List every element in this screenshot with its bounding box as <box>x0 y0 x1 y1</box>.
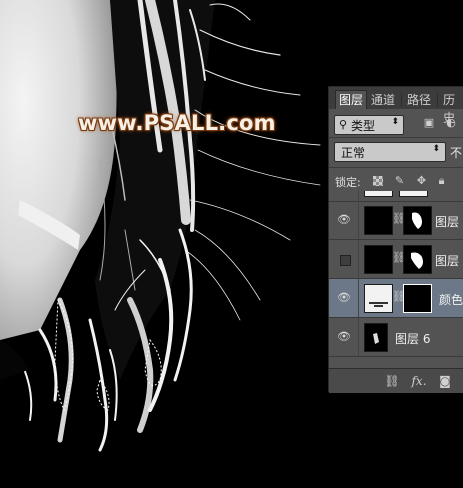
visibility-column-divider <box>358 318 359 356</box>
layer-thumbnail <box>364 323 388 352</box>
filter-label: 类型 <box>351 119 376 133</box>
mask-icon[interactable]: ◙ <box>437 374 453 388</box>
watermark-text: www.PSALL.com <box>78 111 276 135</box>
tab-history[interactable]: 历史 <box>440 91 463 125</box>
layer-row[interactable]: 👁︎ ⛓︎ 图层 7 <box>329 201 463 240</box>
search-icon: ⚲ <box>339 118 348 131</box>
layer-name: 图层 6 <box>395 332 431 346</box>
layer-mask-thumbnail <box>403 245 432 274</box>
mask-shape-icon <box>411 252 423 269</box>
chain-link-icon[interactable]: ⛓︎ <box>392 212 406 225</box>
link-icon[interactable]: ⛓︎ <box>384 374 400 388</box>
layer-thumbnail <box>364 245 393 274</box>
lock-paint-brush-icon[interactable]: ✎ <box>393 174 406 187</box>
visibility-column-divider <box>358 191 359 201</box>
chain-link-icon[interactable]: ⛓︎ <box>392 290 406 303</box>
visibility-column-divider <box>358 240 359 278</box>
lock-label: 锁定: <box>335 176 361 189</box>
visibility-column-divider <box>358 201 359 239</box>
color-balance-icon <box>369 302 388 307</box>
visibility-off-box[interactable] <box>340 255 351 266</box>
layer-mask-thumbnail <box>403 206 432 235</box>
chain-link-icon[interactable]: ⛓︎ <box>392 251 406 264</box>
blend-mode-value: 正常 <box>341 146 366 160</box>
layers-list: 👁︎ ⛓︎ 图层 7 ⛓︎ 图层 7 👁︎ ⛓︎ <box>329 191 463 366</box>
layer-row[interactable]: ⛓︎ 图层 7 <box>329 240 463 279</box>
layer-name: 图层 7 <box>435 215 463 229</box>
mask-shape-icon <box>412 212 422 229</box>
tab-channels[interactable]: 通道 <box>368 91 398 109</box>
eye-icon[interactable]: 👁︎ <box>337 291 351 305</box>
tab-layers[interactable]: 图层 <box>335 90 368 109</box>
lock-position-move-icon[interactable]: ✥ <box>415 174 428 187</box>
lock-all-padlock-icon[interactable]: 🔒︎ <box>435 174 448 187</box>
fx-icon[interactable]: fx. <box>411 374 427 388</box>
eye-icon[interactable]: 👁︎ <box>337 330 351 344</box>
tab-separator <box>401 93 402 107</box>
eye-icon[interactable]: 👁︎ <box>337 213 351 227</box>
layer-mask-thumbnail <box>403 284 432 313</box>
layers-panel: 图层 通道 路径 历史 ⚲ 类型 ⬍ ▣ ◐ 正常 ⬍ 不 锁定: ✎ ✥ 🔒︎… <box>328 86 463 393</box>
layer-row-selected[interactable]: 👁︎ ⛓︎ 颜色 <box>329 279 463 318</box>
panel-tab-bar: 图层 通道 路径 历史 <box>329 87 463 125</box>
opacity-label: 不 <box>450 146 463 160</box>
layer-row[interactable]: 👁︎ 图层 6 <box>329 318 463 357</box>
layer-thumbnail <box>364 191 393 197</box>
layer-name: 颜色 <box>439 293 463 307</box>
layer-filter-select[interactable]: ⚲ 类型 ⬍ <box>334 115 404 135</box>
blend-mode-select[interactable]: 正常 ⬍ <box>334 142 446 162</box>
stepper-arrows-icon: ⬍ <box>432 144 440 154</box>
layers-panel-footer: ⛓︎ fx. ◙ <box>329 368 463 393</box>
adjustment-layer-thumbnail <box>364 284 393 313</box>
divider <box>329 137 463 138</box>
adjustment-filter-icon[interactable]: ◐ <box>445 117 457 129</box>
layer-name: 图层 7 <box>435 254 463 268</box>
hair-thumbnail-icon <box>373 333 379 344</box>
tab-paths[interactable]: 路径 <box>404 91 434 109</box>
lock-transparent-icon[interactable] <box>373 176 383 186</box>
divider <box>329 167 463 168</box>
stepper-arrows-icon: ⬍ <box>391 117 399 127</box>
layer-mask-thumbnail <box>399 191 428 197</box>
layer-thumbnail <box>364 206 393 235</box>
visibility-column-divider <box>358 279 359 317</box>
tab-separator <box>437 93 438 107</box>
pixel-filter-icon[interactable]: ▣ <box>423 117 435 129</box>
